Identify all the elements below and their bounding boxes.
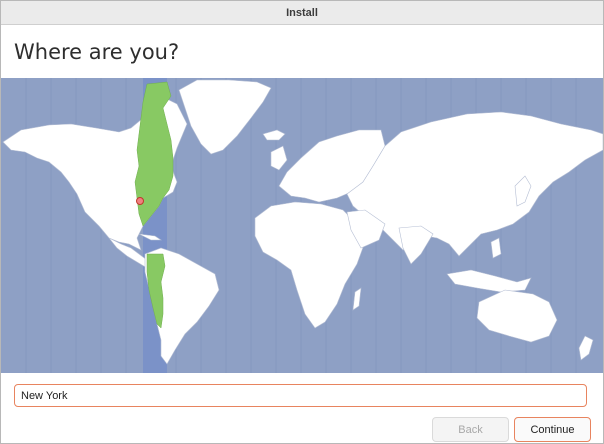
header-area: Where are you? [1, 25, 603, 78]
british-isles [270, 145, 288, 171]
timezone-map[interactable] [1, 78, 603, 373]
location-input[interactable] [14, 384, 587, 407]
greenland [178, 79, 272, 155]
window-title: Install [286, 6, 318, 19]
continue-button[interactable]: Continue [514, 417, 591, 442]
india [398, 225, 434, 265]
madagascar [352, 287, 362, 311]
page-title: Where are you? [14, 40, 180, 64]
philippines [490, 237, 502, 259]
location-pin[interactable] [136, 197, 144, 205]
world-map[interactable] [1, 78, 603, 373]
australia [476, 289, 558, 343]
asia [346, 111, 603, 257]
indonesia [446, 269, 532, 293]
land-masses [2, 79, 603, 365]
back-button[interactable]: Back [432, 417, 509, 442]
title-bar: Install [1, 1, 603, 25]
africa [254, 201, 366, 329]
new-zealand [578, 335, 594, 361]
iceland [262, 129, 286, 141]
installer-window: Install Where are you? New York Back Con… [0, 0, 604, 444]
